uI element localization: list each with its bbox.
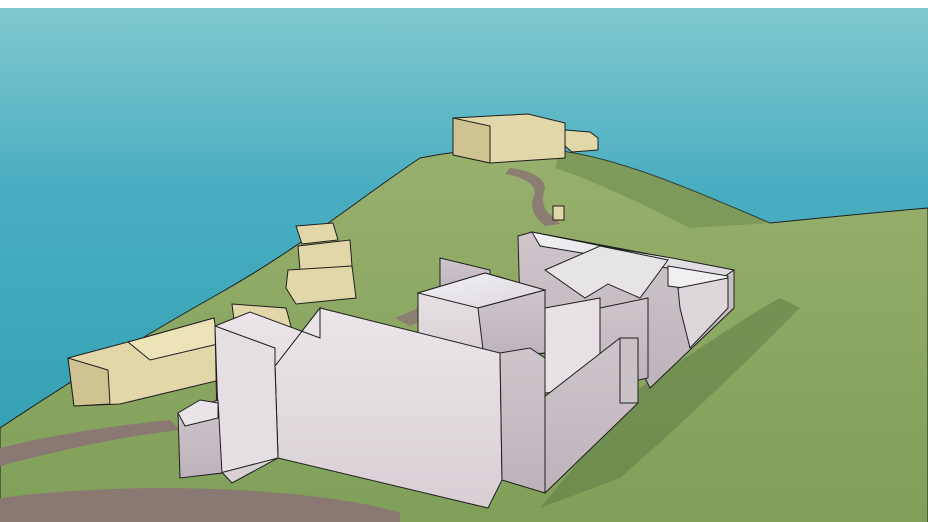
scene-render[interactable] [0, 8, 928, 522]
3d-viewport[interactable] [0, 0, 928, 522]
